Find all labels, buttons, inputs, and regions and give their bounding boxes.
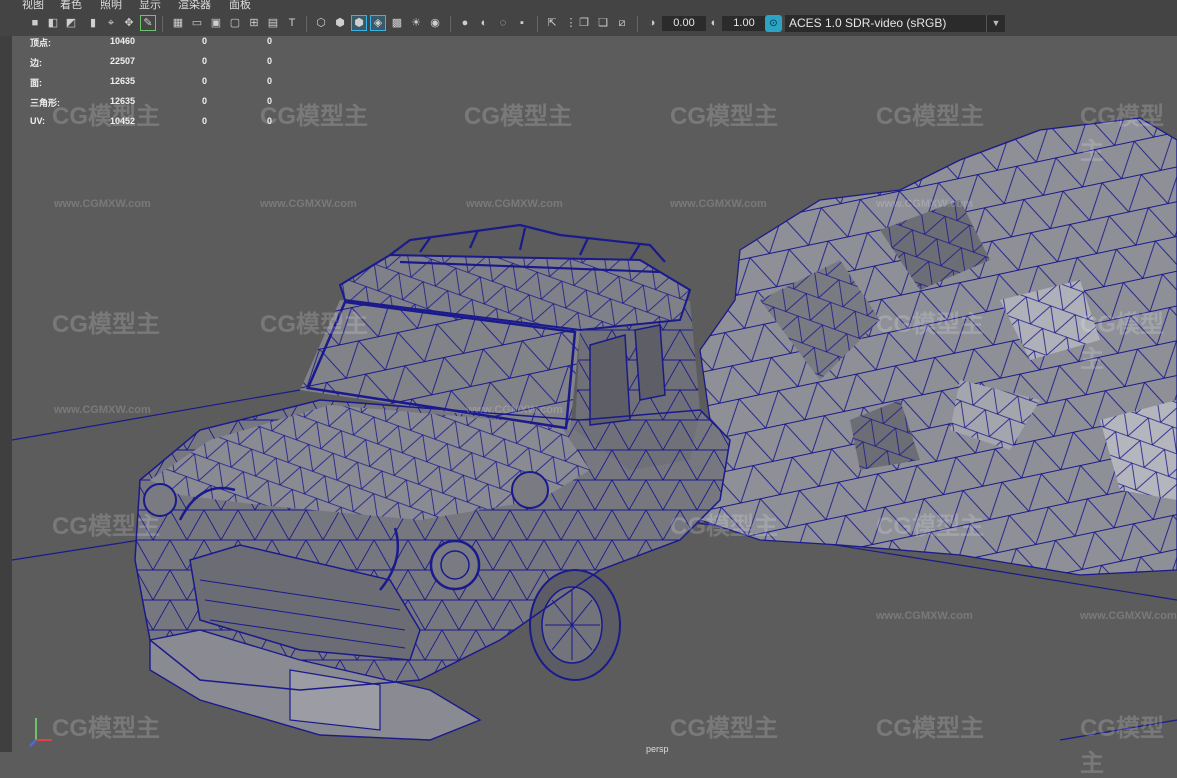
gamma-icon[interactable]: ◐ [707, 16, 721, 30]
film-gate-icon[interactable]: ▭ [190, 16, 204, 30]
watermark-logo: CG模型主 [670, 103, 778, 130]
menu-view[interactable]: 视图 [22, 0, 44, 12]
use-all-lights-icon[interactable]: ▩ [390, 16, 404, 30]
hud-value: 12635 [110, 96, 136, 106]
viewport-toolbar: ■ ◧ ◩ ▮ ⌖ ✥ ✎ ▦ ▭ ▣ ▢ ⊞ ▤ T ⬡ ⬢ ⬢ ◈ ▩ ☀ … [0, 12, 1177, 37]
camera-attributes-icon[interactable]: ◧ [46, 16, 60, 30]
hud-label-triangles: 三角形: [30, 98, 60, 108]
watermark-logo: CG模型主 [1080, 311, 1164, 373]
anti-aliasing-icon[interactable]: ⧄ [615, 16, 629, 30]
textured-icon[interactable]: ◈ [370, 15, 386, 31]
watermark-logo: CG模型主 [876, 311, 984, 338]
color-space-dropdown[interactable]: ACES 1.0 SDR-video (sRGB) ▼ [785, 15, 1005, 32]
smooth-shade-icon[interactable]: ⬢ [333, 16, 347, 30]
wireframe-on-shaded-icon[interactable]: ⬢ [351, 15, 367, 31]
hud-value: 0 [202, 76, 208, 86]
xray-icon[interactable]: ● [458, 16, 472, 30]
isolate-select-icon[interactable]: ⇱ [545, 16, 559, 30]
ambient-occlusion-icon[interactable]: ❐ [577, 16, 591, 30]
hud-value: 0 [267, 76, 273, 86]
wireframe-icon[interactable]: ⬡ [314, 16, 328, 30]
hud-value: 22507 [110, 56, 136, 66]
watermark-logo: CG模型主 [260, 311, 368, 338]
gate-mask-icon[interactable]: ▢ [228, 16, 242, 30]
watermark-logo: CG模型主 [876, 715, 984, 742]
isolate-options-icon[interactable]: ⋮ [564, 16, 578, 30]
hud-value: 12635 [110, 76, 136, 86]
axis-gizmo-icon [29, 718, 52, 747]
watermark-logo: CG模型主 [52, 513, 160, 540]
watermark-logo: CG模型主 [670, 513, 778, 540]
menu-lighting[interactable]: 照明 [100, 0, 122, 12]
hud-value: 0 [267, 96, 273, 106]
menu-panels[interactable]: 面板 [229, 0, 251, 12]
watermark-url: www.CGMXW.com [260, 198, 357, 210]
watermark-url: www.CGMXW.com [466, 404, 563, 416]
hud-value: 10452 [110, 116, 136, 126]
menu-shading[interactable]: 着色 [60, 0, 82, 12]
hud-label-uvs: UV: [30, 116, 46, 126]
resolution-gate-icon[interactable]: ▣ [209, 16, 223, 30]
hud-value: 0 [202, 36, 208, 46]
watermark-url: www.CGMXW.com [54, 404, 151, 416]
hud-value: 0 [202, 116, 208, 126]
shadows-icon[interactable]: ☀ [409, 16, 423, 30]
hud-value: 0 [267, 36, 273, 46]
menu-renderer[interactable]: 渲染器 [178, 0, 211, 12]
watermark-logo: CG模型主 [52, 715, 160, 742]
xray-active-icon[interactable]: ◌ [496, 16, 510, 30]
chevron-down-icon: ▼ [986, 15, 1005, 32]
grid-icon[interactable]: ▦ [171, 16, 185, 30]
watermark-url: www.CGMXW.com [876, 198, 973, 210]
watermark-logo: CG模型主 [1080, 103, 1164, 165]
watermark-logo: CG模型主 [876, 513, 984, 540]
lights-icon[interactable]: ◉ [428, 16, 442, 30]
color-space-value: ACES 1.0 SDR-video (sRGB) [789, 16, 947, 30]
hud-value: 0 [202, 56, 208, 66]
hud-label-edges: 边: [30, 58, 42, 68]
color-management-icon[interactable]: ⊙ [765, 15, 782, 32]
hud-label-faces: 面: [30, 78, 42, 88]
menu-show[interactable]: 显示 [139, 0, 161, 12]
bookmark-camera-icon[interactable]: ◩ [64, 16, 78, 30]
watermark-logo: CG模型主 [464, 103, 572, 130]
exposure-icon[interactable]: ◑ [645, 16, 659, 30]
car-mesh [134, 223, 731, 741]
gamma-field[interactable]: 1.00 [722, 16, 766, 31]
left-panel-edge [0, 36, 12, 752]
watermark-logo: CG模型主 [1080, 715, 1164, 777]
watermark-logo: CG模型主 [876, 103, 984, 130]
wireframe-scene [11, 117, 1177, 741]
watermark-logo: CG模型主 [260, 103, 368, 130]
image-plane-icon[interactable]: ⌖ [104, 16, 118, 30]
menu-bar: 视图 着色 照明 显示 渲染器 面板 [0, 0, 1177, 12]
watermark-logo: CG模型主 [670, 715, 778, 742]
watermark-logo: CG模型主 [52, 311, 160, 338]
hud-value: 0 [267, 116, 273, 126]
field-chart-icon[interactable]: ⊞ [247, 16, 261, 30]
motion-blur-icon[interactable]: ❏ [596, 16, 610, 30]
watermark-url: www.CGMXW.com [466, 198, 563, 210]
backface-culling-icon[interactable]: ▪ [515, 16, 529, 30]
watermark-url: www.CGMXW.com [670, 198, 767, 210]
hud-value: 0 [267, 56, 273, 66]
hud-value: 0 [202, 96, 208, 106]
watermark-url: www.CGMXW.com [54, 198, 151, 210]
watermark-url: www.CGMXW.com [1080, 610, 1177, 622]
xray-joints-icon[interactable]: ◐ [477, 16, 491, 30]
hud-label-vertices: 顶点: [30, 38, 51, 48]
watermark-logo: CG模型主 [52, 103, 160, 130]
watermark-url: www.CGMXW.com [876, 610, 973, 622]
camera-label: persp [646, 744, 669, 754]
safe-action-icon[interactable]: ▤ [266, 16, 280, 30]
safe-title-icon[interactable]: T [285, 16, 299, 30]
bookmark-icon[interactable]: ▮ [86, 16, 100, 30]
exposure-field[interactable]: 0.00 [662, 16, 706, 31]
camera-select-icon[interactable]: ■ [28, 16, 42, 30]
hud-value: 10460 [110, 36, 136, 46]
viewport-3d[interactable]: CG模型主 CG模型主 CG模型主 CG模型主 CG模型主 CG模型主 www.… [11, 36, 1177, 777]
2d-pan-zoom-icon[interactable]: ✥ [122, 16, 136, 30]
grease-pencil-icon[interactable]: ✎ [140, 15, 156, 31]
